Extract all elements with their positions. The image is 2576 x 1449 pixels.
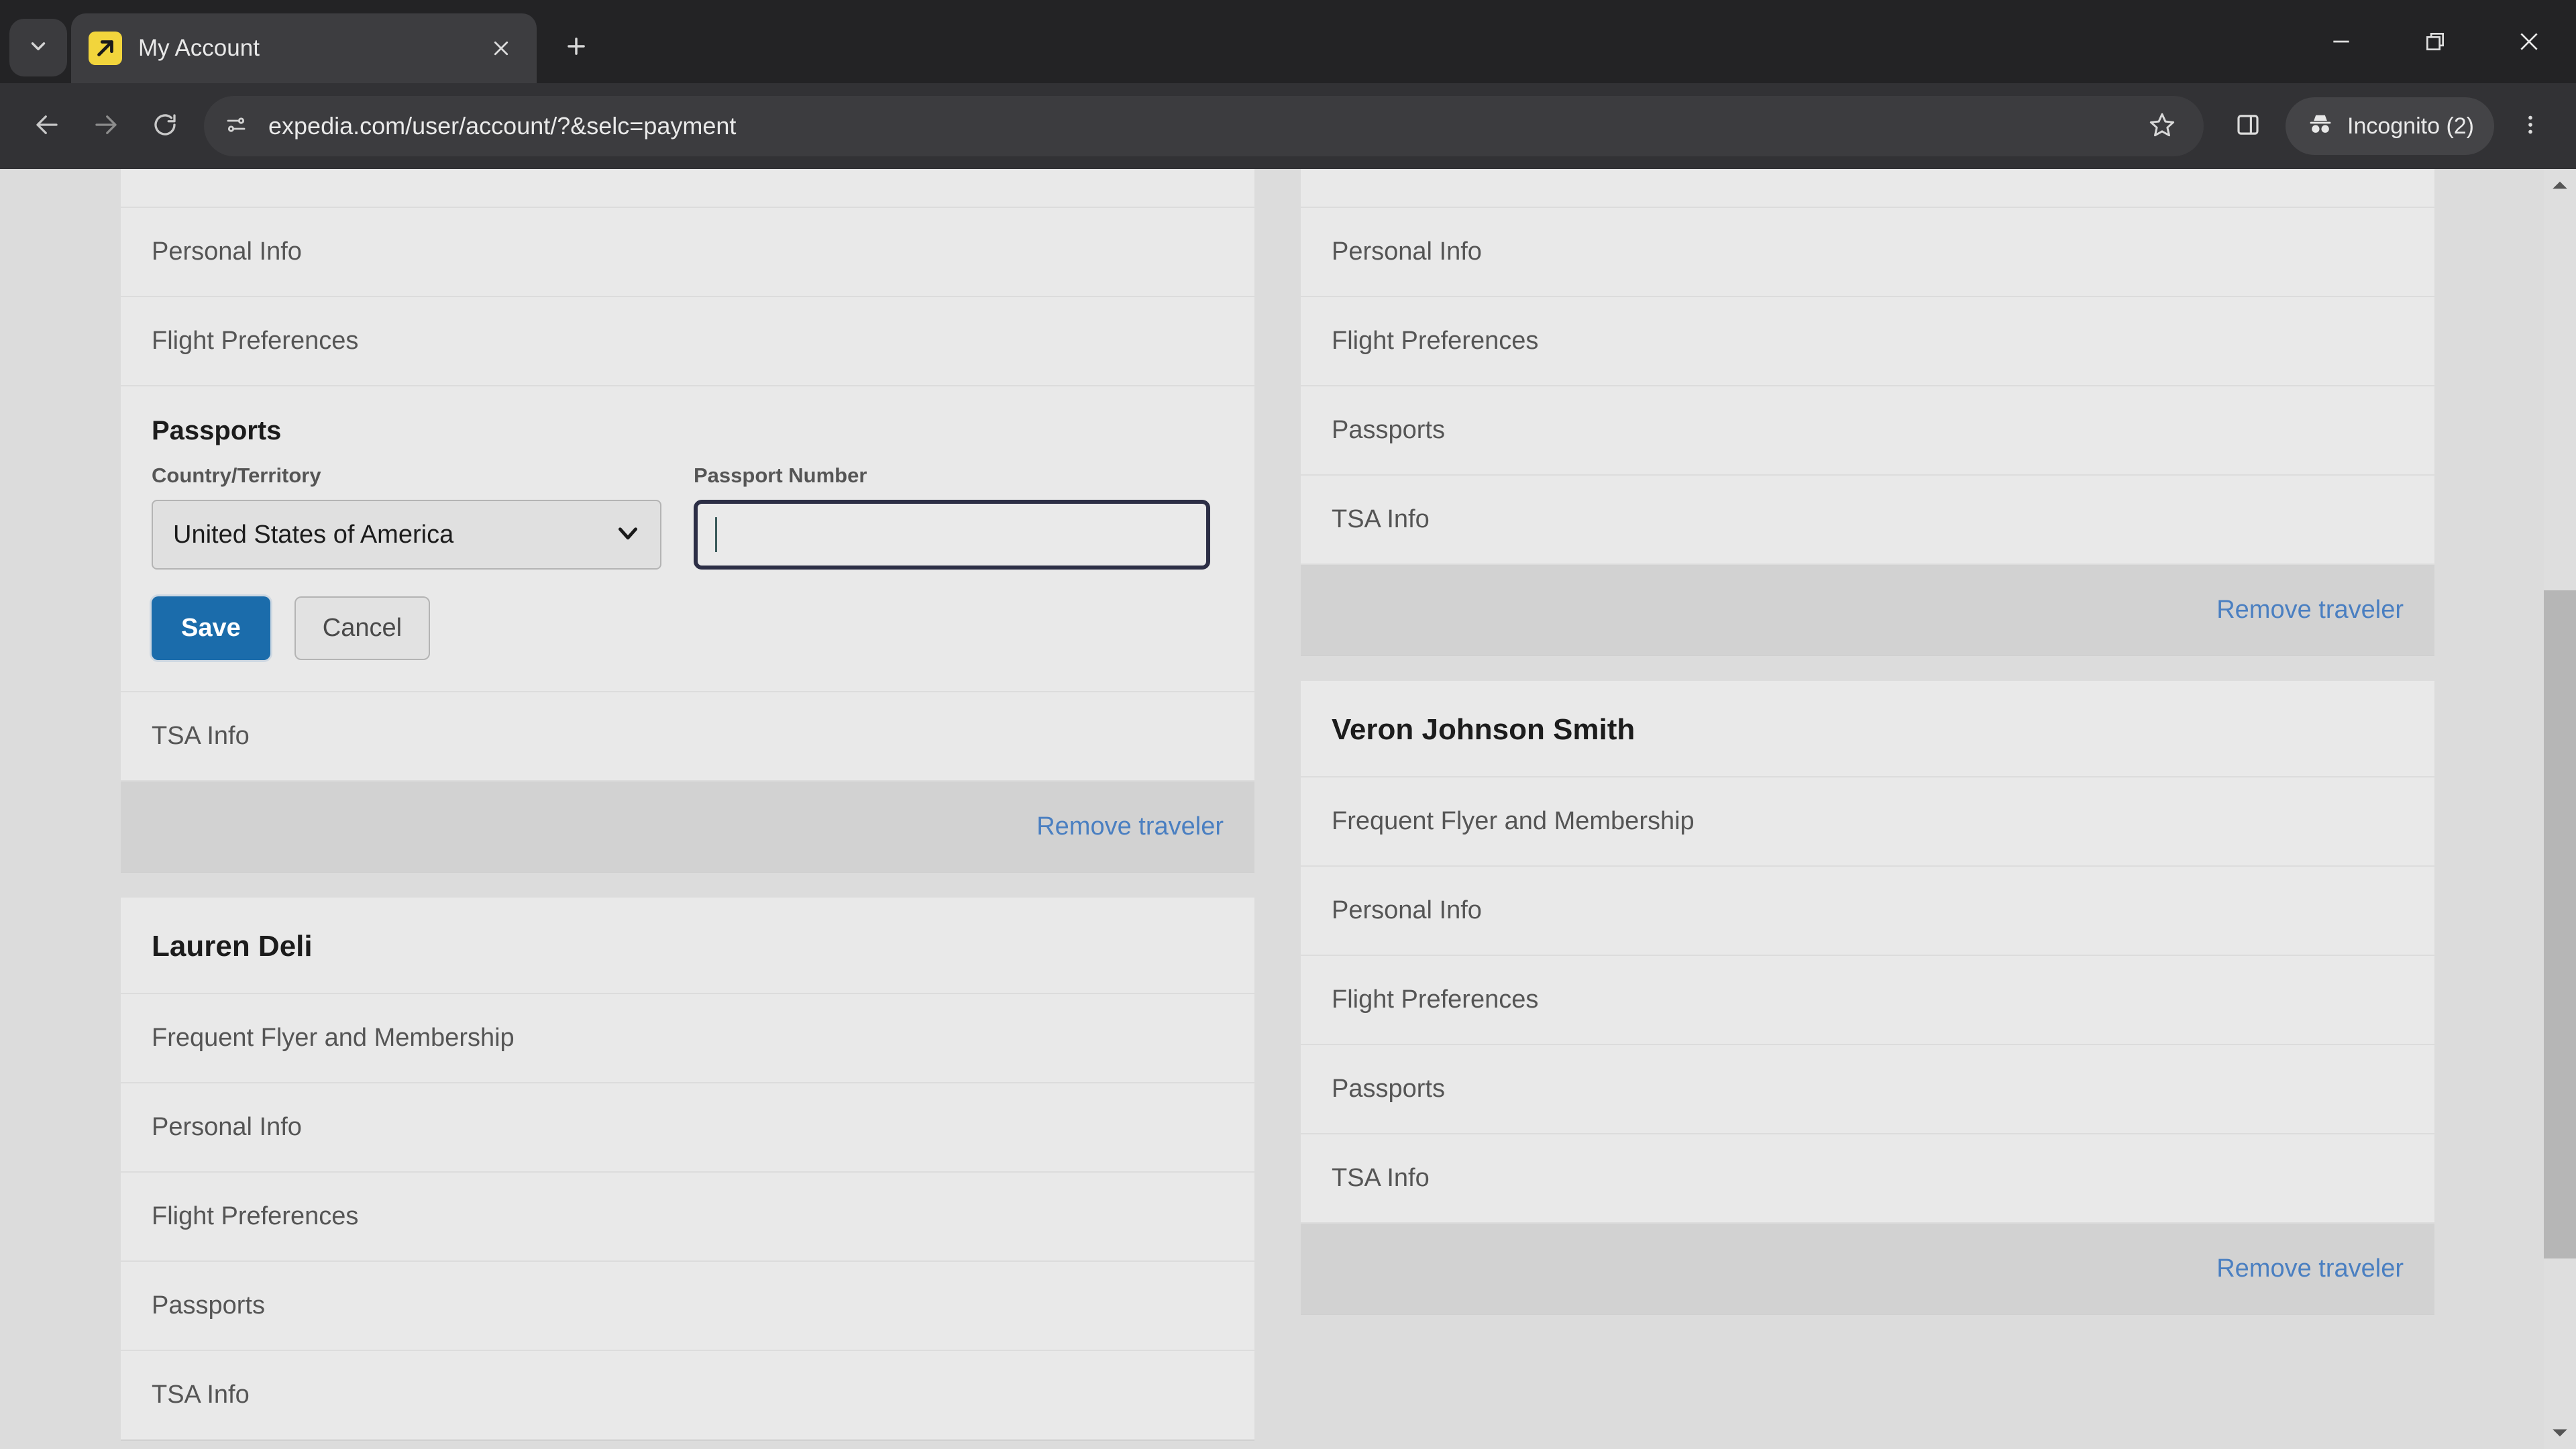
site-info-button[interactable] bbox=[213, 103, 259, 149]
tune-icon bbox=[224, 113, 248, 140]
side-panel-icon bbox=[2234, 111, 2262, 142]
remove-traveler-row: Remove traveler bbox=[1301, 565, 2434, 655]
browser-menu-button[interactable] bbox=[2502, 98, 2559, 154]
left-column: Personal Info Flight Preferences Passpor… bbox=[121, 169, 1254, 1449]
minimize-button[interactable] bbox=[2294, 0, 2388, 83]
passport-fields: Country/Territory United States of Ameri… bbox=[121, 464, 1254, 570]
account-travelers-page: Personal Info Flight Preferences Passpor… bbox=[0, 169, 2549, 1449]
tab-strip: My Account bbox=[0, 0, 2576, 83]
page-scrollbar[interactable] bbox=[2544, 169, 2576, 1449]
window-controls bbox=[2294, 0, 2576, 83]
traveler-row-passports[interactable]: Passports bbox=[121, 1262, 1254, 1351]
browser-tab[interactable]: My Account bbox=[71, 13, 537, 83]
scroll-down-button[interactable] bbox=[2544, 1417, 2576, 1449]
profile-chip[interactable]: Incognito (2) bbox=[2286, 97, 2494, 155]
chevron-down-icon bbox=[616, 521, 640, 549]
expedia-favicon bbox=[89, 32, 122, 65]
traveler-row-frequent-flyer[interactable]: Frequent Flyer and Membership bbox=[121, 994, 1254, 1083]
chevron-down-icon bbox=[27, 35, 50, 61]
passport-form-actions: Save Cancel bbox=[121, 570, 1254, 667]
page-viewport: Personal Info Flight Preferences Passpor… bbox=[0, 169, 2576, 1449]
remove-traveler-link[interactable]: Remove traveler bbox=[1036, 812, 1224, 841]
passports-edit-section: Passports Country/Territory United State… bbox=[121, 386, 1254, 692]
more-vertical-icon bbox=[2518, 113, 2542, 140]
right-column: Personal Info Flight Preferences Passpor… bbox=[1301, 169, 2434, 1449]
partial-row-top bbox=[121, 169, 1254, 208]
star-icon bbox=[2148, 111, 2176, 142]
traveler-row-personal-info[interactable]: Personal Info bbox=[1301, 867, 2434, 956]
tab-title: My Account bbox=[138, 35, 260, 61]
passport-number-label: Passport Number bbox=[694, 464, 867, 487]
text-caret bbox=[715, 517, 717, 552]
traveler-row-personal-info[interactable]: Personal Info bbox=[1301, 208, 2434, 297]
traveler-row-flight-preferences[interactable]: Flight Preferences bbox=[121, 297, 1254, 386]
passport-number-input[interactable] bbox=[694, 500, 1210, 570]
traveler-row-tsa-info[interactable]: TSA Info bbox=[1301, 1134, 2434, 1224]
back-button[interactable] bbox=[17, 97, 76, 156]
traveler-card-editing: Personal Info Flight Preferences Passpor… bbox=[121, 169, 1254, 872]
remove-traveler-link[interactable]: Remove traveler bbox=[2216, 596, 2404, 624]
traveler-row-passports[interactable]: Passports bbox=[1301, 1045, 2434, 1134]
traveler-card-veron-johnson-smith: Veron Johnson Smith Frequent Flyer and M… bbox=[1301, 681, 2434, 1314]
arrow-right-icon bbox=[92, 111, 120, 142]
country-select[interactable]: United States of America bbox=[152, 500, 661, 570]
traveler-row-tsa-info[interactable]: TSA Info bbox=[1301, 476, 2434, 565]
traveler-row-flight-preferences[interactable]: Flight Preferences bbox=[1301, 297, 2434, 386]
reload-icon bbox=[151, 111, 179, 142]
traveler-row-frequent-flyer[interactable]: Frequent Flyer and Membership bbox=[1301, 777, 2434, 867]
traveler-card-top: Personal Info Flight Preferences Passpor… bbox=[1301, 169, 2434, 655]
restore-button[interactable] bbox=[2388, 0, 2482, 83]
traveler-row-personal-info[interactable]: Personal Info bbox=[121, 208, 1254, 297]
omnibox-actions bbox=[2130, 99, 2189, 153]
passports-heading: Passports bbox=[152, 416, 282, 445]
country-select-value: United States of America bbox=[173, 520, 454, 549]
browser-toolbar: expedia.com/user/account/?&selc=payment bbox=[0, 83, 2576, 169]
country-field: Country/Territory United States of Ameri… bbox=[152, 464, 661, 570]
traveler-row-passports[interactable]: Passports bbox=[1301, 386, 2434, 476]
traveler-name: Lauren Deli bbox=[121, 898, 1254, 994]
traveler-row-tsa-info[interactable]: TSA Info bbox=[121, 1351, 1254, 1440]
traveler-row-flight-preferences[interactable]: Flight Preferences bbox=[1301, 956, 2434, 1045]
arrow-left-icon bbox=[33, 111, 61, 142]
cancel-button[interactable]: Cancel bbox=[294, 596, 431, 660]
new-tab-button[interactable] bbox=[551, 23, 601, 72]
remove-traveler-row: Remove traveler bbox=[121, 782, 1254, 872]
reload-button[interactable] bbox=[136, 97, 195, 156]
profile-label: Incognito (2) bbox=[2347, 113, 2474, 139]
side-panel-button[interactable] bbox=[2221, 99, 2275, 153]
incognito-icon bbox=[2306, 110, 2347, 143]
passport-number-field: Passport Number bbox=[694, 464, 1210, 570]
traveler-name: Veron Johnson Smith bbox=[1301, 681, 2434, 777]
plus-icon bbox=[564, 34, 589, 62]
tab-close-button[interactable] bbox=[483, 30, 519, 66]
traveler-card-lauren-deli: Lauren Deli Frequent Flyer and Membershi… bbox=[121, 898, 1254, 1440]
url-text[interactable]: expedia.com/user/account/?&selc=payment bbox=[268, 112, 2130, 140]
address-bar[interactable]: expedia.com/user/account/?&selc=payment bbox=[204, 96, 2204, 156]
save-button[interactable]: Save bbox=[152, 596, 270, 660]
scroll-up-button[interactable] bbox=[2544, 169, 2576, 201]
forward-button[interactable] bbox=[76, 97, 136, 156]
remove-traveler-link[interactable]: Remove traveler bbox=[2216, 1254, 2404, 1283]
browser-window: My Account expedia.com/user/account/?&se… bbox=[0, 0, 2576, 1449]
bookmark-button[interactable] bbox=[2135, 99, 2189, 153]
tab-search-button[interactable] bbox=[9, 19, 67, 76]
traveler-row-tsa-info[interactable]: TSA Info bbox=[121, 692, 1254, 782]
scrollbar-thumb[interactable] bbox=[2544, 590, 2576, 1259]
remove-traveler-row: Remove traveler bbox=[1301, 1224, 2434, 1314]
partial-row-top bbox=[1301, 169, 2434, 208]
traveler-row-flight-preferences[interactable]: Flight Preferences bbox=[121, 1173, 1254, 1262]
traveler-row-personal-info[interactable]: Personal Info bbox=[121, 1083, 1254, 1173]
close-window-button[interactable] bbox=[2482, 0, 2576, 83]
scrollbar-track[interactable] bbox=[2544, 201, 2576, 1417]
country-label: Country/Territory bbox=[152, 464, 321, 487]
